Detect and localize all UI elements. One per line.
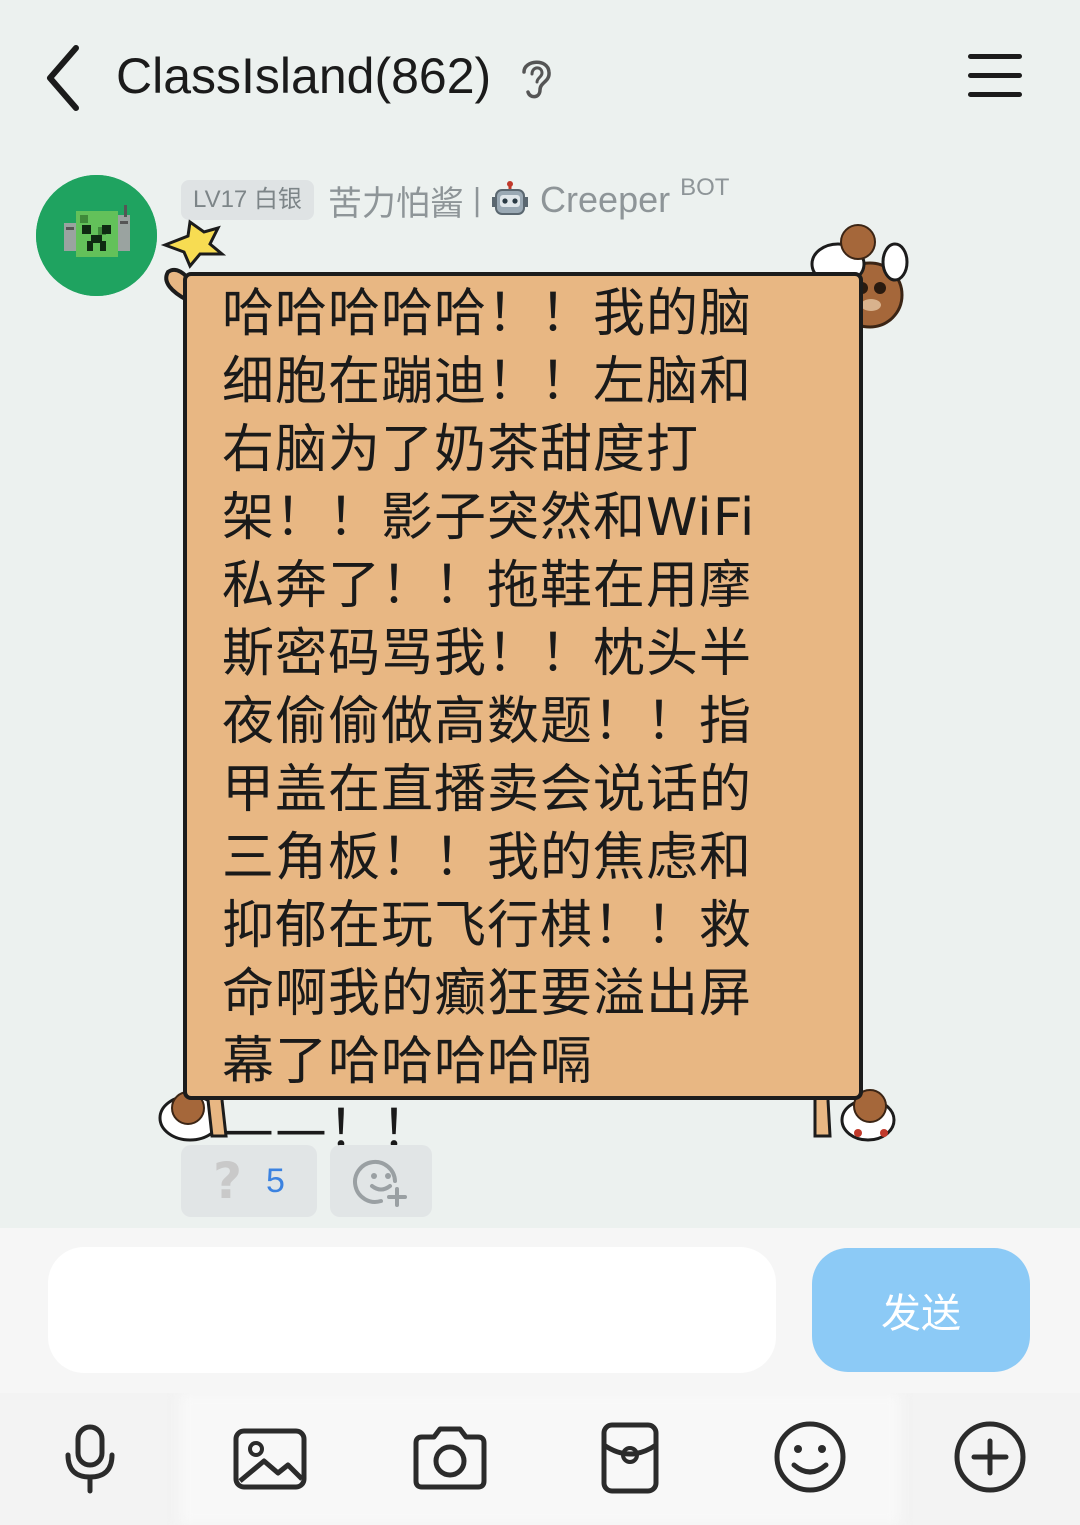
more-button[interactable] <box>940 1407 1040 1507</box>
reaction-count: 5 <box>266 1161 285 1200</box>
red-packet-icon <box>601 1422 659 1494</box>
image-button[interactable] <box>220 1407 320 1507</box>
emoji-button[interactable] <box>760 1407 860 1507</box>
reaction-question[interactable]: ? 5 <box>181 1145 317 1217</box>
send-button[interactable]: 发送 <box>812 1248 1030 1372</box>
composer-toolbar <box>0 1393 1080 1525</box>
microphone-icon <box>65 1424 115 1494</box>
image-icon <box>233 1428 307 1490</box>
add-reaction-button[interactable] <box>330 1145 432 1217</box>
message-text[interactable]: 哈哈哈哈哈！！我的脑细胞在蹦迪！！左脑和右脑为了奶茶甜度打架！！影子突然和WiF… <box>222 280 797 1164</box>
red-packet-button[interactable] <box>580 1407 680 1507</box>
plus-icon <box>954 1421 1026 1493</box>
add-reaction-icon <box>353 1159 407 1207</box>
emoji-icon <box>774 1421 846 1493</box>
question-mark-icon: ? <box>213 1152 243 1210</box>
camera-button[interactable] <box>400 1407 500 1507</box>
camera-icon <box>413 1426 487 1490</box>
voice-button[interactable] <box>40 1407 140 1507</box>
message-input[interactable] <box>48 1247 776 1373</box>
